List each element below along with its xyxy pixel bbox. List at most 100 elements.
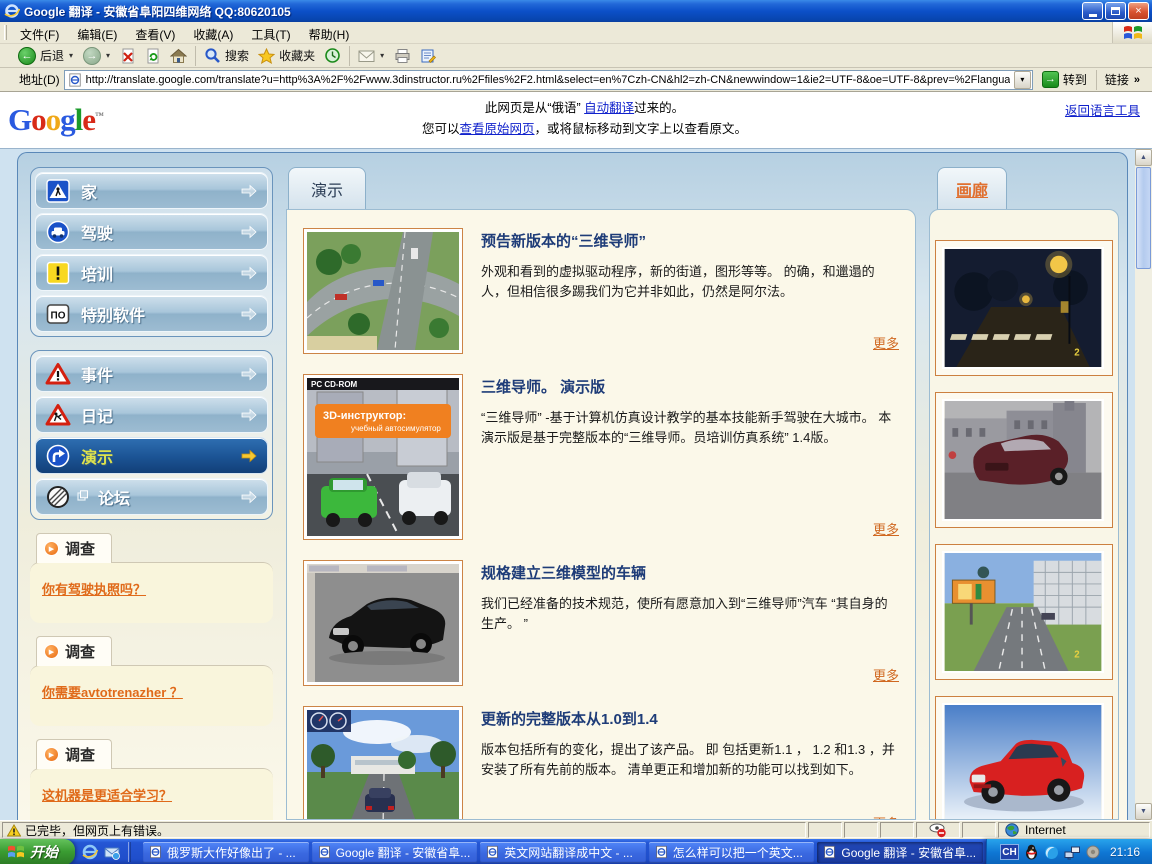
- more-link[interactable]: 更多: [873, 813, 899, 820]
- volume-icon[interactable]: [1086, 845, 1100, 859]
- gallery-item-night[interactable]: 2: [935, 240, 1113, 376]
- survey-question-link[interactable]: 你有驾驶执照吗？: [42, 582, 146, 597]
- menu-view[interactable]: 查看(V): [126, 22, 184, 43]
- thumbnail-3d-model[interactable]: [303, 560, 463, 686]
- restore-button[interactable]: [1105, 2, 1126, 20]
- survey-block-3: ▶ 调查 这机器是更适合学习？: [30, 739, 273, 820]
- scrollbar-thumb[interactable]: [1136, 167, 1151, 269]
- no-stopping-sign-icon: [45, 485, 71, 509]
- history-icon: [324, 47, 341, 64]
- sidebar-item-forum[interactable]: 论坛: [35, 478, 268, 515]
- google-translate-header: Google™ 此网页是从“俄语” 自动翻译过来的。 您可以查看原始网页，或将鼠…: [0, 92, 1152, 149]
- mail-button[interactable]: ▾: [354, 45, 389, 67]
- page-ie-icon: [68, 73, 82, 87]
- task-button-4[interactable]: 怎么样可以把一个英文...: [649, 842, 815, 863]
- messenger-icon[interactable]: [1044, 845, 1059, 860]
- survey-question-link[interactable]: 这机器是更适合学习？: [42, 788, 172, 803]
- po-sign-icon: ПО: [45, 302, 71, 326]
- address-input[interactable]: http://translate.google.com/translate?u=…: [64, 70, 1033, 90]
- links-button[interactable]: 链接 »: [1096, 70, 1148, 90]
- menu-help[interactable]: 帮助(H): [300, 22, 359, 43]
- forward-dropdown-icon[interactable]: ▾: [105, 51, 111, 60]
- status-pane: [880, 822, 914, 838]
- menu-file[interactable]: 文件(F): [11, 22, 68, 43]
- home-button[interactable]: [166, 45, 191, 67]
- search-button[interactable]: 搜索: [200, 45, 253, 67]
- print-button[interactable]: [390, 45, 415, 67]
- view-original-link[interactable]: 查看原始网页: [459, 122, 534, 136]
- forward-arrow-icon: →: [83, 47, 101, 65]
- links-label: 链接: [1105, 71, 1129, 88]
- task-button-5-active[interactable]: Google 翻译 - 安徽省阜...: [817, 842, 983, 863]
- edit-button[interactable]: [416, 45, 440, 67]
- survey-question-link[interactable]: 你需要avtotrenazher ？: [42, 685, 183, 700]
- nav-group-1: 家 驾驶: [30, 167, 273, 337]
- menu-favorites[interactable]: 收藏(A): [184, 22, 242, 43]
- start-button[interactable]: 开始: [0, 839, 75, 864]
- toolbar-grip[interactable]: [4, 25, 7, 40]
- tab-demo[interactable]: 演示: [288, 167, 366, 210]
- go-button[interactable]: → 转到: [1037, 71, 1092, 88]
- task-button-1[interactable]: 俄罗斯大作好像出了 - ...: [143, 842, 309, 863]
- window-title: Google 翻译 - 安徽省阜阳四维网络 QQ:80620105: [20, 3, 1080, 20]
- back-dropdown-icon[interactable]: ▾: [68, 51, 74, 60]
- auto-translate-link[interactable]: 自动翻译: [584, 101, 634, 115]
- gallery-item-city[interactable]: [935, 392, 1113, 528]
- sidebar-item-home[interactable]: 家: [35, 172, 268, 209]
- quick-launch: [75, 842, 140, 862]
- minimize-button[interactable]: [1082, 2, 1103, 20]
- back-to-language-tools-link[interactable]: 返回语言工具: [1065, 100, 1140, 119]
- close-button[interactable]: ×: [1128, 2, 1149, 20]
- search-icon: [204, 47, 221, 64]
- sidebar-item-events[interactable]: 事件: [35, 355, 268, 392]
- translation-notice: 此网页是从“俄语” 自动翻译过来的。 您可以查看原始网页，或将鼠标移动到文字上以…: [104, 98, 1065, 139]
- back-button[interactable]: ← 后退 ▾: [14, 45, 78, 67]
- gallery-item-red-car[interactable]: [935, 696, 1113, 820]
- gallery-panel: 2: [929, 209, 1119, 820]
- task-button-2[interactable]: Google 翻译 - 安徽省阜...: [312, 842, 478, 863]
- scroll-up-button[interactable]: ▲: [1135, 149, 1152, 166]
- mail-dropdown-icon[interactable]: ▾: [379, 51, 385, 60]
- item-text: 外观和看到的虚拟驱动程序，新的街道，图形等等。 的确，和邋遢的人，但相信很多踢我…: [481, 262, 899, 302]
- sidebar-item-driving[interactable]: 驾驶: [35, 213, 268, 250]
- svg-text:учебный автосимулятор: учебный автосимулятор: [351, 424, 441, 433]
- more-link[interactable]: 更多: [873, 519, 899, 540]
- address-dropdown-button[interactable]: ▾: [1014, 71, 1031, 89]
- tab-gallery[interactable]: 画廊: [937, 167, 1007, 210]
- chevron-right-icon: [240, 225, 258, 239]
- chevron-right-icon: [240, 307, 258, 321]
- sidebar-item-software[interactable]: ПО 特别软件: [35, 295, 268, 332]
- ie-quicklaunch-icon[interactable]: [82, 844, 98, 860]
- task-button-3[interactable]: 英文网站翻译成中文 - ...: [480, 842, 646, 863]
- more-link[interactable]: 更多: [873, 333, 899, 354]
- clock[interactable]: 21:16: [1110, 845, 1140, 859]
- scroll-down-button[interactable]: ▼: [1135, 803, 1152, 820]
- forward-button[interactable]: → ▾: [79, 45, 115, 67]
- gallery-item-highway[interactable]: 2: [935, 544, 1113, 680]
- favorites-button[interactable]: 收藏夹: [254, 45, 319, 67]
- qq-icon[interactable]: [1024, 844, 1039, 860]
- sidebar-item-training[interactable]: 培训: [35, 254, 268, 291]
- thumbnail-interchange[interactable]: [303, 228, 463, 354]
- thumbnail-boxart[interactable]: PC CD-ROM 3D-инструктор: учебный автосим…: [303, 374, 463, 540]
- privacy-report-pane[interactable]: [916, 822, 960, 838]
- sidebar-item-demo[interactable]: 演示: [35, 437, 268, 474]
- network-icon[interactable]: [1064, 845, 1081, 860]
- menu-tools[interactable]: 工具(T): [242, 22, 299, 43]
- more-link[interactable]: 更多: [873, 665, 899, 686]
- ie-page-icon: [318, 845, 331, 859]
- stop-icon: [120, 48, 136, 64]
- outlook-express-icon[interactable]: [104, 844, 120, 860]
- sidebar-item-diary[interactable]: 日记: [35, 396, 268, 433]
- status-pane: [808, 822, 842, 838]
- vertical-scrollbar[interactable]: ▲ ▼: [1135, 149, 1152, 820]
- status-bar: 已完毕，但网页上有错误。 Internet: [0, 820, 1152, 839]
- stop-button[interactable]: [116, 45, 140, 67]
- survey-tab: ▶ 调查: [36, 533, 112, 563]
- arrow-right-active-icon: [240, 449, 258, 463]
- menu-edit[interactable]: 编辑(E): [68, 22, 126, 43]
- refresh-button[interactable]: [141, 45, 165, 67]
- ime-indicator[interactable]: CH: [1000, 844, 1019, 860]
- thumbnail-sim-screenshot[interactable]: [303, 706, 463, 820]
- history-button[interactable]: [320, 45, 345, 67]
